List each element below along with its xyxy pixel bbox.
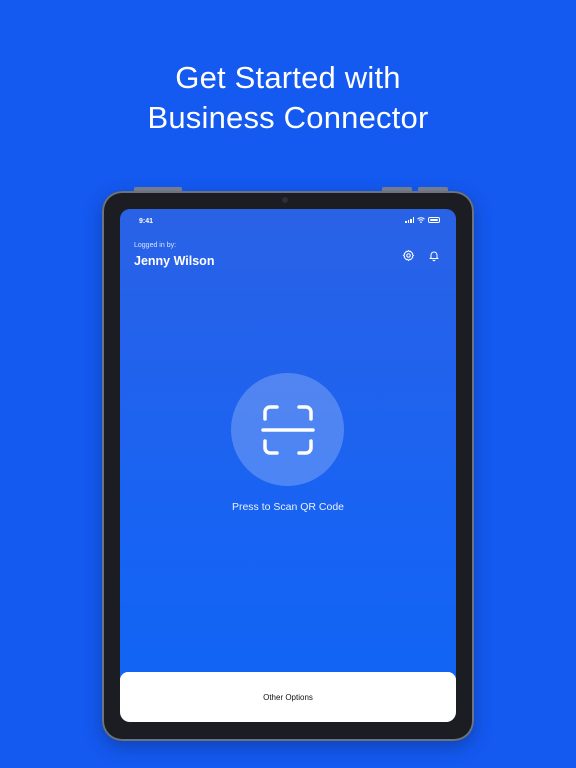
app-screen: 9:41 Logged in by: Jenny Wilson Press to…: [120, 209, 456, 722]
status-bar: 9:41: [120, 209, 456, 233]
settings-button[interactable]: [400, 247, 416, 263]
user-name: Jenny Wilson: [134, 254, 215, 268]
headline-line-2: Business Connector: [147, 100, 429, 135]
wifi-icon: [417, 217, 425, 223]
logged-in-label: Logged in by:: [134, 242, 177, 249]
gear-icon: [402, 249, 414, 261]
status-icons: [405, 217, 440, 223]
cellular-signal-icon: [405, 217, 414, 223]
marketing-headline: Get Started with Business Connector: [0, 58, 576, 138]
headline-line-1: Get Started with: [175, 60, 401, 95]
notifications-button[interactable]: [426, 247, 442, 263]
scan-instruction-label: Press to Scan QR Code: [231, 501, 345, 513]
qr-scan-icon: [260, 404, 315, 455]
status-time: 9:41: [139, 218, 154, 225]
other-options-label: Other Options: [263, 692, 313, 702]
bell-icon: [429, 251, 439, 261]
other-options-sheet[interactable]: Other Options: [120, 672, 456, 722]
scan-qr-button[interactable]: [231, 373, 344, 486]
battery-icon: [428, 217, 440, 223]
front-camera: [282, 197, 288, 203]
